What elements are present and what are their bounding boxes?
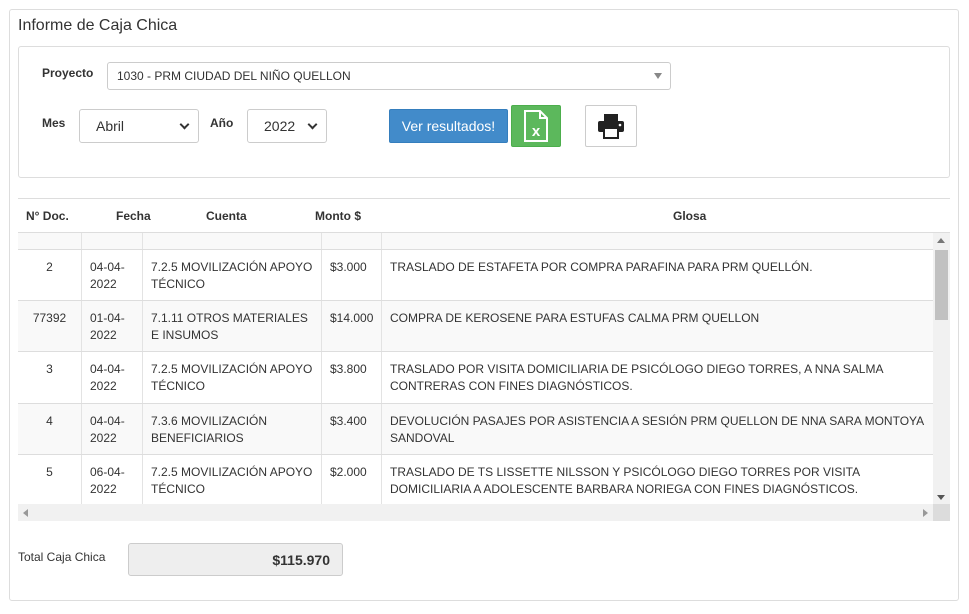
table-filter-row	[18, 233, 933, 250]
table-row[interactable]: 3 04-04-2022 7.2.5 MOVILIZACIÓN APOYO TÉ…	[18, 352, 933, 404]
anio-select[interactable]: 2022	[247, 109, 327, 143]
mes-select[interactable]: Abril	[79, 109, 199, 143]
vertical-scrollbar[interactable]	[933, 233, 950, 504]
proyecto-label: Proyecto	[42, 66, 94, 80]
svg-text:x: x	[532, 123, 541, 140]
panel-title: Informe de Caja Chica	[18, 17, 178, 34]
cell-cuenta: 7.2.5 MOVILIZACIÓN APOYO TÉCNICO	[142, 455, 321, 504]
cell-glosa: COMPRA DE KEROSENE PARA ESTUFAS CALMA PR…	[381, 301, 933, 351]
table-header: N° Doc. Fecha Cuenta Monto $ Glosa	[18, 198, 950, 232]
scroll-up-arrow-icon[interactable]	[937, 238, 945, 243]
scroll-left-arrow-icon[interactable]	[23, 509, 28, 517]
cell-doc: 2	[46, 260, 53, 274]
table-body[interactable]: 2 04-04-2022 7.2.5 MOVILIZACIÓN APOYO TÉ…	[18, 232, 950, 504]
col-header-fecha: Fecha	[116, 209, 151, 223]
table-row[interactable]: 77392 01-04-2022 7.1.11 OTROS MATERIALES…	[18, 301, 933, 352]
cell-doc: 5	[46, 465, 53, 479]
cell-doc: 4	[46, 414, 53, 428]
mes-label: Mes	[42, 116, 66, 130]
cell-cuenta: 7.2.5 MOVILIZACIÓN APOYO TÉCNICO	[142, 250, 321, 300]
chevron-down-icon	[307, 119, 318, 129]
anio-label: Año	[210, 116, 234, 130]
print-button[interactable]	[585, 105, 637, 147]
cell-cuenta: 7.3.6 MOVILIZACIÓN BENEFICIARIOS	[142, 404, 321, 454]
cell-monto: $3.800	[321, 352, 381, 403]
table-row[interactable]: 5 06-04-2022 7.2.5 MOVILIZACIÓN APOYO TÉ…	[18, 455, 933, 504]
cell-glosa: TRASLADO DE TS LISSETTE NILSSON Y PSICÓL…	[381, 455, 933, 504]
excel-file-icon: x	[524, 110, 548, 142]
proyecto-select-value: 1030 - PRM CIUDAD DEL NIÑO QUELLON	[117, 69, 351, 83]
cell-monto: $3.400	[321, 404, 381, 454]
ver-resultados-button[interactable]: Ver resultados!	[389, 109, 508, 143]
cell-glosa: DEVOLUCIÓN PASAJES POR ASISTENCIA A SESI…	[381, 404, 933, 454]
cell-monto: $14.000	[321, 301, 381, 351]
filter-box: Proyecto 1030 - PRM CIUDAD DEL NIÑO QUEL…	[18, 46, 950, 178]
export-excel-button[interactable]: x	[511, 105, 561, 147]
cell-monto: $3.000	[321, 250, 381, 300]
total-label: Total Caja Chica	[18, 550, 106, 564]
col-header-glosa: Glosa	[673, 209, 707, 223]
cell-glosa: TRASLADO DE ESTAFETA POR COMPRA PARAFINA…	[381, 250, 933, 300]
cell-doc: 3	[46, 362, 53, 376]
cell-fecha: 04-04-2022	[81, 404, 142, 454]
cell-cuenta: 7.2.5 MOVILIZACIÓN APOYO TÉCNICO	[142, 352, 321, 403]
proyecto-select[interactable]: 1030 - PRM CIUDAD DEL NIÑO QUELLON	[107, 62, 671, 90]
table-rows: 2 04-04-2022 7.2.5 MOVILIZACIÓN APOYO TÉ…	[18, 233, 933, 504]
cell-fecha: 04-04-2022	[81, 352, 142, 403]
caja-chica-panel: Informe de Caja Chica Proyecto 1030 - PR…	[9, 9, 959, 601]
col-header-cuenta: Cuenta	[206, 209, 247, 223]
cell-glosa: TRASLADO POR VISITA DOMICILIARIA DE PSIC…	[381, 352, 933, 403]
cell-fecha: 06-04-2022	[81, 455, 142, 504]
table-row[interactable]: 2 04-04-2022 7.2.5 MOVILIZACIÓN APOYO TÉ…	[18, 250, 933, 301]
caret-down-icon	[654, 73, 662, 79]
scroll-right-arrow-icon[interactable]	[923, 509, 928, 517]
col-header-monto: Monto $	[315, 209, 361, 223]
chevron-down-icon	[179, 119, 190, 129]
cell-cuenta: 7.1.11 OTROS MATERIALES E INSUMOS	[142, 301, 321, 351]
scrollbar-corner	[933, 504, 950, 521]
col-header-doc: N° Doc.	[26, 209, 69, 223]
scroll-down-arrow-icon[interactable]	[937, 495, 945, 500]
printer-icon	[598, 114, 624, 139]
mes-select-value: Abril	[96, 118, 125, 134]
cell-monto: $2.000	[321, 455, 381, 504]
cell-fecha: 01-04-2022	[81, 301, 142, 351]
cell-fecha: 04-04-2022	[81, 250, 142, 300]
table-row[interactable]: 4 04-04-2022 7.3.6 MOVILIZACIÓN BENEFICI…	[18, 404, 933, 455]
horizontal-scrollbar[interactable]	[18, 504, 933, 521]
total-value-field: $115.970	[128, 543, 343, 576]
vertical-scroll-thumb[interactable]	[935, 250, 948, 320]
anio-select-value: 2022	[264, 118, 296, 134]
cell-doc: 77392	[32, 311, 67, 325]
